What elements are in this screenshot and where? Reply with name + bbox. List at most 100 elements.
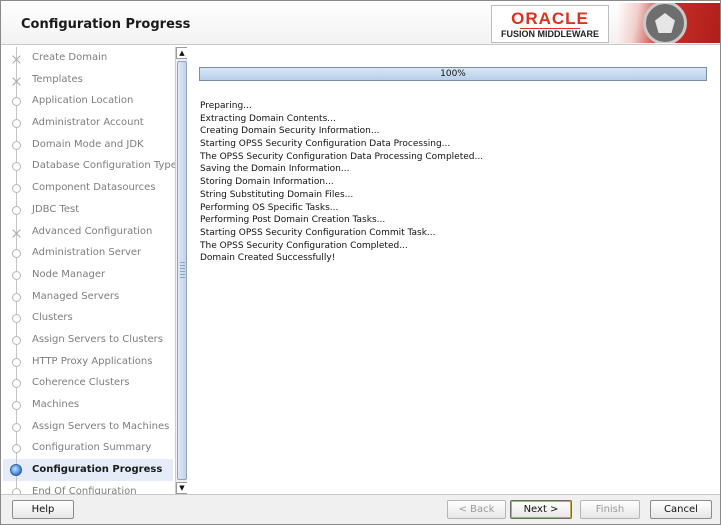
step-node-icon: [12, 162, 21, 172]
log-line: Starting OPSS Security Configuration Dat…: [200, 139, 451, 150]
pentagon-icon: [655, 13, 675, 33]
step-node-icon: [12, 444, 21, 454]
sidebar-step-label: Coherence Clusters: [32, 377, 130, 389]
header-bar: Configuration Progress ORACLE FUSION MID…: [1, 1, 720, 45]
sidebar-step[interactable]: Assign Servers to Machines: [3, 415, 173, 438]
step-node-icon: [12, 140, 21, 150]
sidebar-step[interactable]: Clusters: [3, 307, 173, 329]
step-node-icon: [12, 249, 21, 259]
log-line: Performing OS Specific Tasks...: [200, 202, 339, 213]
sidebar-step[interactable]: Administration Server: [3, 242, 173, 264]
emblem-icon: [643, 3, 687, 43]
step-node-icon: [12, 205, 21, 215]
sidebar-step[interactable]: Create Domain: [3, 47, 173, 69]
sidebar-step-label: Create Domain: [32, 52, 108, 63]
step-node-icon: [12, 379, 21, 389]
help-button[interactable]: Help: [12, 500, 74, 519]
sidebar-step[interactable]: Database Configuration Type: [3, 155, 177, 178]
step-node-icon: [12, 422, 21, 432]
step-node-icon: [12, 97, 21, 107]
current-step-icon: [10, 464, 22, 477]
sidebar-step[interactable]: JDBC Test: [3, 198, 173, 221]
log-line: String Substituting Domain Files...: [200, 189, 354, 200]
step-node-icon: [12, 357, 21, 367]
page-title: Configuration Progress: [21, 17, 191, 32]
sidebar-step-label: Node Manager: [32, 268, 106, 280]
sidebar-step-label: Database Configuration Type: [32, 160, 177, 172]
log-line: Extracting Domain Contents...: [200, 113, 336, 124]
step-node-icon: [12, 314, 21, 324]
step-node-icon: [12, 119, 21, 129]
sidebar-step[interactable]: Coherence Clusters: [3, 372, 173, 394]
progress-label: 100%: [440, 69, 466, 79]
sidebar-step-label: Administrator Account: [32, 117, 144, 129]
sidebar-step[interactable]: Node Manager: [3, 263, 173, 286]
log-line: Starting OPSS Security Configuration Com…: [200, 227, 436, 238]
progress-log: Preparing... Extracting Domain Contents..…: [200, 100, 483, 265]
scroll-up-icon[interactable]: ▲: [176, 47, 187, 59]
installer-window: Configuration Progress ORACLE FUSION MID…: [0, 0, 721, 525]
step-node-icon: [12, 292, 21, 302]
sidebar-step-label: Clusters: [32, 312, 73, 324]
sidebar-step-label: Assign Servers to Machines: [32, 420, 170, 432]
sidebar-step[interactable]: End Of Configuration: [3, 480, 173, 494]
sidebar-step-label: Configuration Summary: [32, 442, 152, 454]
log-line: The OPSS Security Configuration Data Pro…: [200, 151, 484, 162]
log-line: Performing Post Domain Creation Tasks...: [200, 215, 386, 226]
step-node-icon: [12, 335, 21, 345]
sidebar-step[interactable]: Application Location: [3, 90, 173, 113]
grip-icon: [180, 262, 185, 280]
main-panel: 100% Preparing... Extracting Domain Conte…: [189, 47, 720, 494]
footer-bar: Help < Back Next > Finish Cancel: [1, 494, 720, 524]
sidebar-step-label: HTTP Proxy Applications: [32, 355, 153, 367]
header-emblem: [617, 3, 720, 43]
log-line: Domain Created Successfully!: [200, 253, 336, 264]
sidebar-step[interactable]: Machines: [3, 394, 173, 416]
step-node-icon: [12, 184, 21, 194]
logo-brand-text: ORACLE: [492, 9, 608, 29]
branch-step-icon: [11, 228, 22, 239]
log-line: The OPSS Security Configuration Complete…: [200, 240, 408, 251]
cancel-button[interactable]: Cancel: [650, 500, 712, 519]
sidebar-step-label: Domain Mode and JDK: [32, 138, 144, 150]
sidebar-step[interactable]: Advanced Configuration: [3, 220, 173, 243]
sidebar-step[interactable]: Templates: [3, 68, 173, 91]
sidebar-step-label: Administration Server: [32, 247, 142, 259]
sidebar-step[interactable]: Configuration Summary: [3, 437, 173, 460]
branch-step-icon: [11, 54, 22, 65]
progress-bar: 100%: [199, 67, 707, 81]
sidebar-step-label: Templates: [32, 73, 83, 85]
logo-product-text: FUSION MIDDLEWARE: [501, 29, 599, 39]
scroll-down-icon[interactable]: ▼: [176, 482, 187, 494]
log-line: Storing Domain Information...: [200, 177, 334, 188]
sidebar-step[interactable]: Managed Servers: [3, 285, 173, 308]
next-button[interactable]: Next >: [510, 500, 572, 519]
oracle-logo: ORACLE FUSION MIDDLEWARE: [491, 5, 609, 43]
sidebar-step[interactable]: Component Datasources: [3, 177, 173, 199]
sidebar-step-label: Application Location: [32, 95, 134, 107]
sidebar-step-label: Managed Servers: [32, 290, 120, 302]
log-line: Preparing...: [200, 101, 252, 111]
sidebar-step-label: Advanced Configuration: [32, 225, 153, 237]
sidebar-step[interactable]: HTTP Proxy Applications: [3, 350, 173, 373]
steps-list: Create Domain Templates Application Locati…: [3, 47, 177, 494]
step-node-icon: [12, 401, 21, 410]
back-button[interactable]: < Back: [447, 500, 506, 519]
sidebar-step-label: JDBC Test: [32, 203, 80, 215]
sidebar-step[interactable]: Administrator Account: [3, 112, 173, 134]
sidebar-step[interactable]: Domain Mode and JDK: [3, 133, 173, 156]
branch-step-icon: [11, 76, 22, 87]
log-line: Creating Domain Security Information...: [200, 126, 380, 137]
scroll-thumb[interactable]: [177, 61, 187, 480]
sidebar-step[interactable]: Assign Servers to Clusters: [3, 328, 173, 351]
log-line: Saving the Domain Information...: [200, 164, 350, 175]
sidebar-step-label: Assign Servers to Clusters: [32, 333, 164, 345]
sidebar-step-label: Configuration Progress: [32, 464, 163, 476]
sidebar-step-label: Component Datasources: [32, 182, 156, 194]
sidebar-step[interactable]: Configuration Progress: [3, 459, 173, 481]
finish-button[interactable]: Finish: [580, 500, 640, 519]
wizard-steps-sidebar: Create Domain Templates Application Locati…: [3, 47, 187, 494]
sidebar-step-label: End Of Configuration: [32, 485, 137, 494]
sidebar-scrollbar[interactable]: ▲ ▼: [175, 47, 187, 494]
sidebar-step-label: Machines: [32, 399, 80, 410]
